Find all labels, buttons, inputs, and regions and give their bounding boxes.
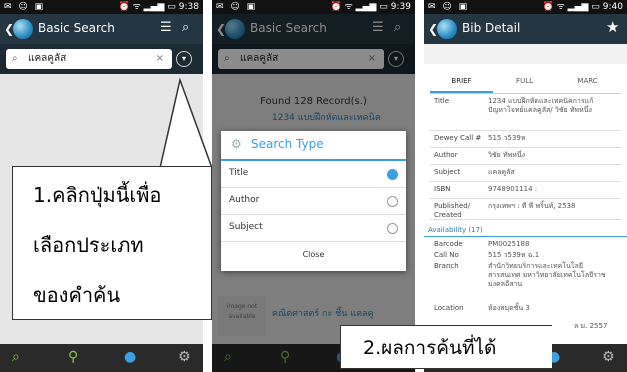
detail-tabs: BRIEF FULL MARC	[430, 68, 621, 94]
table-row: Barcode PM0025188	[430, 237, 621, 248]
radio-unselected[interactable]	[387, 223, 398, 234]
callout-1-line-3: ของคำค้น	[33, 283, 121, 307]
tab-brief[interactable]: BRIEF	[430, 71, 494, 93]
tab-marc[interactable]: MARC	[556, 71, 619, 91]
tab-full[interactable]: FULL	[493, 71, 556, 91]
option-title[interactable]: Title	[221, 161, 406, 188]
field-value: กรุงเทพฯ : ที พี พริ้นท์, 2538	[488, 202, 576, 210]
dialog-header: ⚙ Search Type	[221, 131, 406, 161]
page-title: Bib Detail	[462, 21, 521, 35]
field-value: ห้องสมุดชั้น 3	[488, 304, 530, 312]
option-label: Author	[229, 195, 260, 205]
option-label: Subject	[229, 222, 263, 232]
notification-icons: ✉ ☺ ▣	[428, 2, 470, 12]
favorite-star-icon[interactable]: ★	[606, 18, 619, 36]
callout-2: 2.ผลการค้นที่ได้	[340, 325, 552, 369]
field-value: วิชัย ทัพหนึ่ง	[488, 151, 526, 159]
option-label: Title	[229, 168, 249, 178]
dialog-icon: ⚙	[231, 137, 242, 151]
field-value: แคลคูลัส	[488, 168, 515, 176]
table-row: Branch สำนักวิทยบริการและเทคโนโลยีสารสนเท…	[430, 259, 621, 301]
clock: 9:40	[602, 2, 623, 12]
availability-header[interactable]: Availability (17)	[424, 224, 627, 237]
search-type-dialog: ⚙ Search Type Title Author Subject Close	[221, 131, 406, 271]
availability-table: Barcode PM0025188 Call No 515 ว539ห ฉ.1 Br…	[430, 237, 621, 312]
clock: 9:39	[390, 2, 411, 12]
table-row: Published/ Created กรุงเทพฯ : ที พี พริ้น…	[430, 199, 621, 220]
option-subject[interactable]: Subject	[221, 215, 406, 242]
screen-search-type: ✉ ☺ ▣ ⏰ ᯤ ▂▄▆ ▭ 9:39 ❮ Basic Search ☰ ⌕ ⌕…	[212, 0, 415, 372]
field-label: Published/ Created	[434, 202, 471, 219]
field-value: 1234 แบบฝึกหัดและเทคนิคการแก้ปัญหาโจทย์แ…	[488, 97, 594, 114]
system-icons: ⏰ ᯤ ▂▄▆ ▭ 9:40	[542, 2, 624, 12]
app-logo-icon[interactable]	[437, 19, 457, 39]
header-spacer	[424, 44, 627, 64]
radio-selected[interactable]	[387, 169, 398, 180]
screen-bib-detail: ✉ ☺ ▣ ⏰ ᯤ ▂▄▆ ▭ 9:40 ❮ Bib Detail ★ BRIEF…	[424, 0, 627, 372]
field-label: Barcode	[434, 240, 463, 248]
field-label: Location	[434, 304, 464, 312]
table-row: Dewey Call # 515 ว539ห	[430, 131, 621, 148]
dialog-title: Search Type	[251, 137, 324, 151]
table-row: Location ห้องสมุดชั้น 3	[430, 301, 621, 312]
option-author[interactable]: Author	[221, 188, 406, 215]
field-value: 515 ว539ห	[488, 134, 526, 142]
table-row: Call No 515 ว539ห ฉ.1	[430, 248, 621, 259]
settings-nav-icon[interactable]: ⚙	[602, 349, 615, 365]
field-label: Author	[434, 151, 458, 159]
field-value: สำนักวิทยบริการและเทคโนโลยีสารสนเทศ มหาว…	[488, 262, 606, 288]
table-row: ISBN 9748901114 :	[430, 182, 621, 199]
field-label: Branch	[434, 262, 459, 270]
callout-1-line-1: 1.คลิกปุ่มนี้เพื่อ	[33, 183, 162, 207]
due-date-fragment: ล ม. 2557	[574, 322, 608, 330]
status-bar: ✉ ☺ ▣ ⏰ ᯤ ▂▄▆ ▭ 9:39	[212, 0, 415, 14]
field-label: ISBN	[434, 185, 451, 193]
table-row: Subject แคลคูลัส	[430, 165, 621, 182]
table-row: Author วิชัย ทัพหนึ่ง	[430, 148, 621, 165]
brief-table: Title 1234 แบบฝึกหัดและเทคนิคการแก้ปัญหาโ…	[430, 94, 621, 220]
table-row: Title 1234 แบบฝึกหัดและเทคนิคการแก้ปัญหาโ…	[430, 94, 621, 131]
field-label: Call No	[434, 251, 459, 259]
field-value: 9748901114 :	[488, 185, 538, 193]
action-bar: ❮ Bib Detail ★	[424, 14, 627, 44]
field-label: Subject	[434, 168, 461, 176]
close-button[interactable]: Close	[221, 242, 406, 268]
callout-1: 1.คลิกปุ่มนี้เพื่อ เลือกประเภท ของคำค้น	[12, 166, 212, 320]
field-label: Title	[434, 97, 450, 105]
status-bar: ✉ ☺ ▣ ⏰ ᯤ ▂▄▆ ▭ 9:40	[424, 0, 627, 14]
system-icons: ⏰ ᯤ ▂▄▆ ▭ 9:39	[330, 2, 412, 12]
callout-1-line-2: เลือกประเภท	[33, 233, 144, 257]
field-label: Dewey Call #	[434, 134, 482, 142]
notification-icons: ✉ ☺ ▣	[216, 2, 258, 12]
radio-unselected[interactable]	[387, 196, 398, 207]
